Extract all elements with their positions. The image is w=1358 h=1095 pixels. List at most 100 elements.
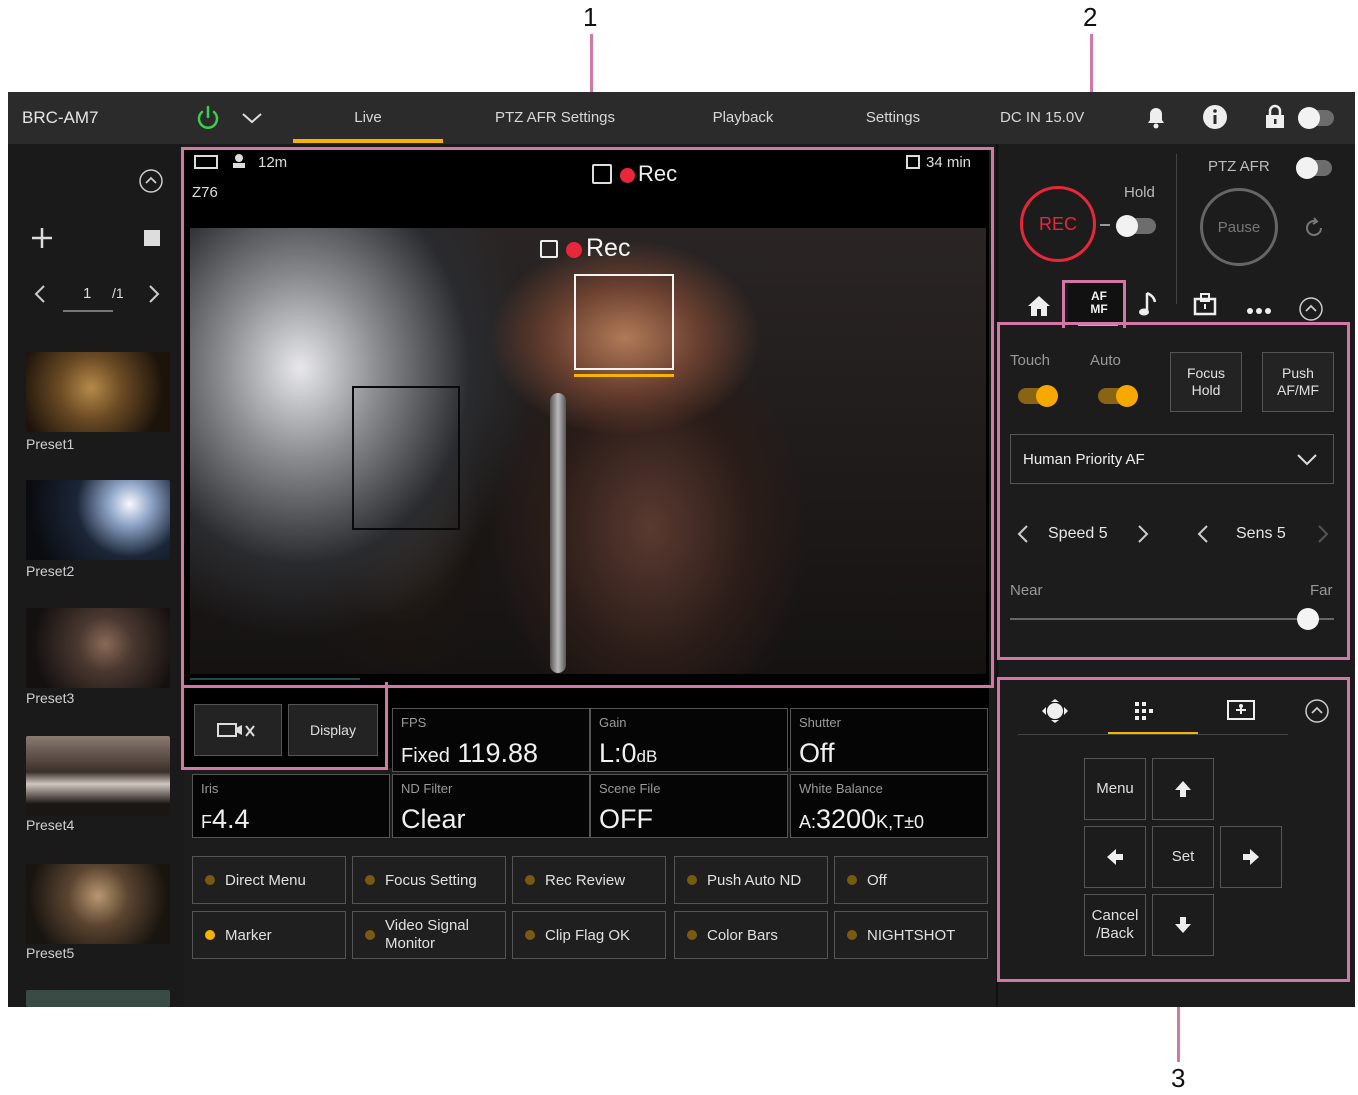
- shutter-value: Off: [799, 738, 835, 768]
- model-name: BRC-AM7: [22, 108, 99, 127]
- nd-filter-value: Clear: [401, 804, 466, 834]
- assign-button-rec-review[interactable]: Rec Review: [512, 856, 666, 904]
- assign-button-video-signal-monitor[interactable]: Video Signal Monitor: [352, 911, 506, 959]
- rec-button[interactable]: REC: [1020, 186, 1096, 262]
- callout-1: 1: [583, 2, 598, 32]
- assign-button-marker[interactable]: Marker: [192, 911, 346, 959]
- gain-label: Gain: [599, 715, 627, 730]
- page-current: 1: [83, 285, 92, 302]
- lock-icon[interactable]: [1264, 104, 1286, 130]
- shutter-cell[interactable]: Shutter Off: [790, 708, 988, 772]
- add-preset-icon[interactable]: [30, 226, 54, 250]
- chevron-down-icon[interactable]: [240, 108, 264, 128]
- iris-cell[interactable]: Iris F4.4: [192, 774, 390, 838]
- rec-divider: [1176, 154, 1177, 304]
- preset2-thumbnail[interactable]: [26, 480, 170, 560]
- iris-prefix: F: [201, 812, 212, 832]
- ptz-afr-label: PTZ AFR: [1208, 158, 1270, 175]
- tab-live[interactable]: Live: [293, 92, 443, 144]
- highlight-box-1-upper: [181, 147, 994, 688]
- assign-button-direct-menu[interactable]: Direct Menu: [192, 856, 346, 904]
- indicator-dot: [687, 930, 697, 940]
- refresh-icon[interactable]: [1302, 216, 1326, 240]
- assign-label: Direct Menu: [225, 871, 306, 889]
- bell-icon[interactable]: [1144, 104, 1168, 130]
- indicator-dot: [525, 875, 535, 885]
- stop-icon[interactable]: [144, 230, 160, 246]
- preset1-thumbnail[interactable]: [26, 352, 170, 432]
- hold-toggle[interactable]: [1116, 215, 1156, 237]
- gain-cell[interactable]: Gain L:0dB: [590, 708, 788, 772]
- scene-file-label: Scene File: [599, 781, 661, 796]
- preset1-label: Preset1: [26, 436, 75, 452]
- wb-prefix: A:: [799, 812, 817, 832]
- assign-label: Color Bars: [707, 926, 778, 944]
- wb-number: 3200: [816, 804, 877, 834]
- highlight-box-3: [997, 677, 1350, 982]
- assign-label: Marker: [225, 926, 272, 944]
- assign-label: Push Auto ND: [707, 871, 802, 889]
- assign-label: Clip Flag OK: [545, 926, 631, 944]
- lock-toggle[interactable]: [1298, 107, 1334, 129]
- iris-value: F4.4: [201, 804, 250, 835]
- preset5-thumbnail[interactable]: [26, 864, 170, 944]
- highlight-box-1-lower: [181, 682, 388, 770]
- assign-button-focus-setting[interactable]: Focus Setting: [352, 856, 506, 904]
- prev-page-icon[interactable]: [32, 284, 48, 304]
- preset6-thumbnail[interactable]: [26, 990, 170, 1007]
- preset-panel: 1 /1 Preset1 Preset2 Preset3 Preset4 Pre…: [8, 144, 184, 1007]
- rec-button-label: REC: [1038, 213, 1077, 234]
- white-balance-cell[interactable]: White Balance A:3200K,T±0: [790, 774, 988, 838]
- hold-label: Hold: [1124, 184, 1155, 201]
- tab-live-underline: [293, 139, 443, 143]
- highlight-box-2: [997, 322, 1350, 660]
- rec-hold-connector: [1100, 224, 1110, 226]
- highlight-box-2-tab: [1062, 280, 1126, 328]
- next-page-icon[interactable]: [146, 284, 162, 304]
- paint-icon[interactable]: [1192, 292, 1218, 316]
- scene-file-value: OFF: [599, 804, 653, 834]
- pause-button[interactable]: Pause: [1200, 188, 1278, 266]
- scene-file-cell[interactable]: Scene File OFF: [590, 774, 788, 838]
- fps-cell[interactable]: FPS Fixed 119.88: [392, 708, 590, 772]
- assign-button-clip-flag-ok[interactable]: Clip Flag OK: [512, 911, 666, 959]
- indicator-dot: [365, 875, 375, 885]
- assign-button-nightshot[interactable]: NIGHTSHOT: [834, 911, 988, 959]
- ptz-afr-toggle[interactable]: [1296, 157, 1332, 179]
- home-icon[interactable]: [1026, 294, 1052, 318]
- fps-label: FPS: [401, 715, 427, 730]
- tab-playback[interactable]: Playback: [668, 92, 818, 144]
- wb-suffix: K,T±0: [876, 812, 924, 832]
- preset5-label: Preset5: [26, 945, 75, 961]
- more-icon[interactable]: [1246, 302, 1272, 314]
- tab-ptz-afr-settings[interactable]: PTZ AFR Settings: [480, 92, 630, 144]
- pause-button-label: Pause: [1217, 218, 1261, 236]
- white-balance-label: White Balance: [799, 781, 883, 796]
- nd-filter-cell[interactable]: ND Filter Clear: [392, 774, 590, 838]
- tab-settings[interactable]: Settings: [818, 92, 968, 144]
- audio-icon[interactable]: [1138, 290, 1158, 318]
- gain-unit: dB: [636, 747, 658, 766]
- indicator-dot-on: [205, 930, 215, 940]
- fps-value: Fixed 119.88: [401, 738, 538, 769]
- assign-label: Video Signal Monitor: [385, 917, 469, 952]
- callout-2: 2: [1083, 2, 1098, 32]
- page-underline: [63, 310, 113, 312]
- iris-number: 4.4: [212, 804, 250, 834]
- preset4-label: Preset4: [26, 817, 75, 833]
- indicator-dot: [525, 930, 535, 940]
- info-icon[interactable]: [1202, 104, 1228, 130]
- assign-button-off[interactable]: Off: [834, 856, 988, 904]
- assign-label: NIGHTSHOT: [867, 926, 956, 944]
- indicator-dot: [847, 930, 857, 940]
- preset3-thumbnail[interactable]: [26, 608, 170, 688]
- power-icon[interactable]: [194, 104, 222, 132]
- collapse-icon[interactable]: [138, 168, 164, 194]
- top-bar: BRC-AM7 Live PTZ AFR Settings Playback S…: [8, 92, 1355, 144]
- assign-button-push-auto-nd[interactable]: Push Auto ND: [674, 856, 828, 904]
- collapse-focus-icon[interactable]: [1298, 296, 1324, 322]
- preset4-thumbnail[interactable]: [26, 736, 170, 816]
- indicator-dot: [365, 930, 375, 940]
- nd-filter-label: ND Filter: [401, 781, 453, 796]
- assign-button-color-bars[interactable]: Color Bars: [674, 911, 828, 959]
